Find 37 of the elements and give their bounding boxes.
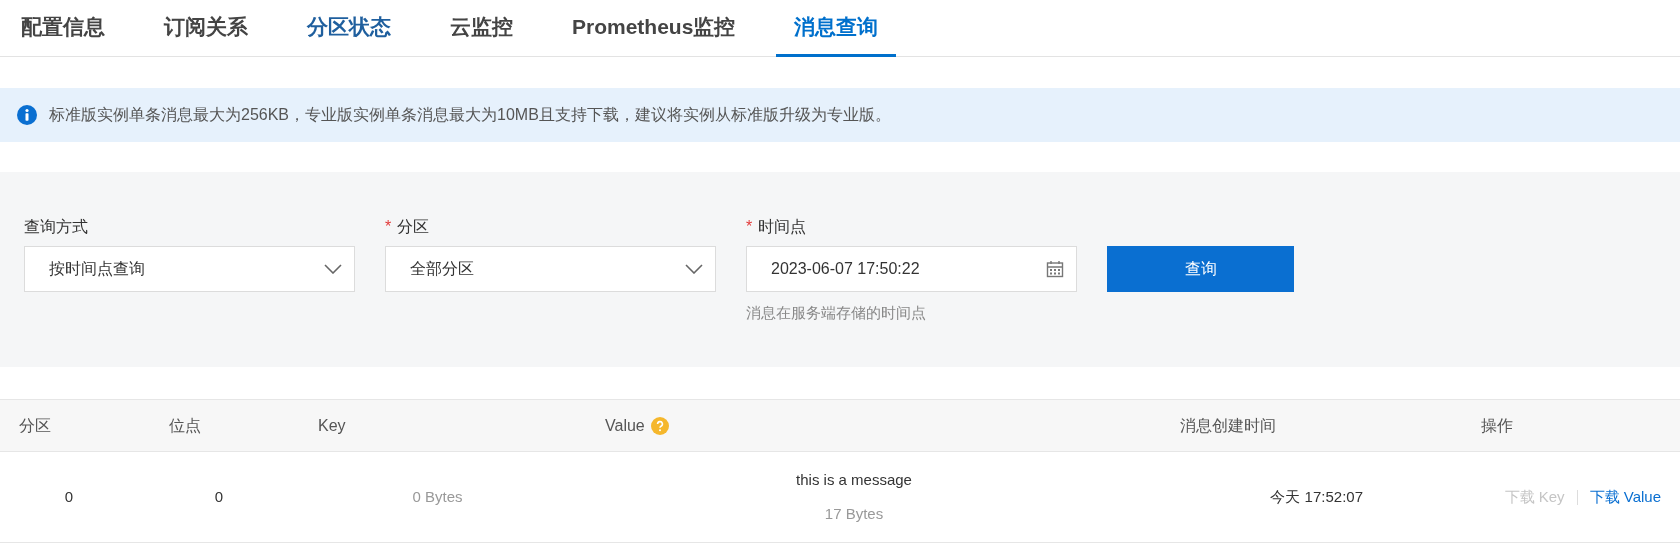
field-label: 时间点 [758,217,807,237]
column-header: 消息创建时间 [1180,415,1276,436]
column-header: Key [318,415,346,436]
table-cell-text: 0 Bytes [412,486,463,507]
field-label: 查询方式 [24,217,88,237]
chevron-down-icon [685,264,703,274]
select-field[interactable]: 全部分区 [385,246,716,292]
column-header: 位点 [169,415,201,436]
table-cell-text: 17 Bytes [824,504,884,524]
table-cell-text: 0 [64,486,74,507]
field-label: 分区 [397,217,430,237]
column-header: Value [605,415,645,436]
table-cell-text: 0 [214,486,224,507]
required-mark: * [746,217,753,237]
table-cell-text: 今天 17:52:07 [1270,486,1363,507]
field-hint: 消息在服务端存储的时间点 [746,303,927,323]
calendar-icon[interactable] [1046,260,1064,278]
field-value: 2023-06-07 17:50:22 [771,259,920,279]
tab[interactable]: 配置信息 [3,0,123,57]
table-cell-text: this is a message [796,469,912,490]
column-header: 操作 [1481,415,1513,436]
tab[interactable]: 订阅关系 [146,0,266,57]
chevron-down-icon [324,264,342,274]
date-field[interactable]: 2023-06-07 17:50:22 [746,246,1077,292]
info-icon [17,105,37,125]
query-button[interactable]: 查询 [1107,246,1294,292]
tab[interactable]: 分区状态 [289,0,409,57]
required-mark: * [385,217,392,237]
field-value: 全部分区 [410,259,474,279]
tab[interactable]: 云监控 [432,0,531,57]
download-link[interactable]: 下载 Value [1589,485,1661,509]
field-value: 按时间点查询 [49,259,145,279]
select-field[interactable]: 按时间点查询 [24,246,355,292]
notice-text: 标准版实例单条消息最大为256KB，专业版实例单条消息最大为10MB且支持下载，建议将实例从标准版升级为专业版。 [49,105,891,125]
column-header: 分区 [19,415,51,436]
tab[interactable]: Prometheus监控 [554,0,754,57]
tab[interactable]: 消息查询 [776,0,897,57]
